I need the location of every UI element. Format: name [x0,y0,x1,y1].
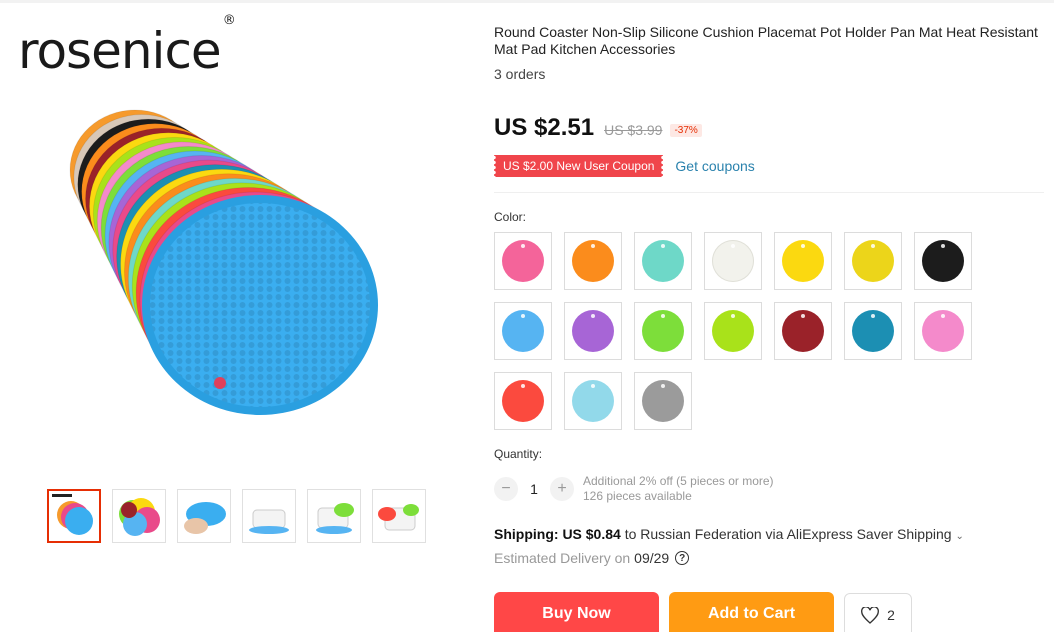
main-product-image[interactable] [40,85,430,445]
chevron-down-icon[interactable]: ⌄ [956,531,964,542]
color-swatch-14[interactable] [914,302,972,360]
orders-count: 3 orders [494,66,546,82]
thumbnail-3[interactable] [177,489,231,543]
color-swatch-15[interactable] [494,372,552,430]
get-coupons-link[interactable]: Get coupons [675,158,754,174]
quantity-label: Quantity: [494,447,543,461]
color-disc [642,310,684,352]
heart-icon [861,607,880,624]
quantity-increase-button[interactable]: + [550,477,574,501]
color-swatch-8[interactable] [494,302,552,360]
color-disc [572,310,614,352]
color-swatch-16[interactable] [564,372,622,430]
buy-now-button[interactable]: Buy Now [494,592,659,632]
add-to-cart-button[interactable]: Add to Cart [669,592,834,632]
color-disc [642,380,684,422]
brand-logo: rosenice® [18,13,236,80]
delivery-prefix: Estimated Delivery on [494,550,631,566]
quantity-value[interactable]: 1 [518,481,550,497]
shipping-info[interactable]: Shipping: US $0.84 to Russian Federation… [494,526,964,542]
color-disc [502,240,544,282]
new-user-coupon-badge[interactable]: US $2.00 New User Coupon [491,155,666,177]
color-swatch-6[interactable] [844,232,902,290]
color-swatch-17[interactable] [634,372,692,430]
shipping-destination: to Russian Federation via AliExpress Sav… [624,526,952,542]
color-swatch-9[interactable] [564,302,622,360]
color-swatch-10[interactable] [634,302,692,360]
color-disc [642,240,684,282]
color-disc [782,310,824,352]
color-disc [782,240,824,282]
product-info: Round Coaster Non-Slip Silicone Cushion … [494,24,1044,82]
color-swatch-11[interactable] [704,302,762,360]
section-divider [494,192,1044,193]
quantity-decrease-button[interactable]: − [494,477,518,501]
color-disc [852,310,894,352]
color-swatch-1[interactable] [494,232,552,290]
product-title: Round Coaster Non-Slip Silicone Cushion … [494,24,1038,57]
quantity-stepper: − 1 + Additional 2% off (5 pieces or mor… [494,474,774,504]
color-label: Color: [494,210,527,224]
stock-available-text: 126 pieces available [583,489,692,503]
color-disc [572,240,614,282]
thumbnail-1[interactable] [47,489,101,543]
thumbnail-2[interactable] [112,489,166,543]
color-disc [502,310,544,352]
color-disc [712,240,754,282]
color-swatch-3[interactable] [634,232,692,290]
shipping-price: US $0.84 [562,526,621,542]
shipping-label: Shipping: [494,526,559,542]
color-swatches [494,232,984,430]
quantity-note: Additional 2% off (5 pieces or more) 126… [583,474,774,504]
thumbnail-4[interactable] [242,489,296,543]
thumbnail-6[interactable] [372,489,426,543]
bulk-discount-text: Additional 2% off (5 pieces or more) [583,474,774,488]
color-swatch-13[interactable] [844,302,902,360]
question-circle-icon[interactable]: ? [675,551,690,565]
color-disc [852,240,894,282]
color-disc [922,310,964,352]
coupon-row: US $2.00 New User Coupon Get coupons [491,155,755,177]
color-disc [922,240,964,282]
color-disc [712,310,754,352]
color-swatch-2[interactable] [564,232,622,290]
wishlist-count: 2 [887,607,895,623]
delivery-date: 09/29 [634,550,670,566]
thumbnail-strip [47,489,426,543]
current-price: US $2.51 [494,114,595,141]
color-swatch-4[interactable] [704,232,762,290]
thumbnail-5[interactable] [307,489,361,543]
top-divider [0,0,1054,3]
color-swatch-5[interactable] [774,232,832,290]
wishlist-button[interactable]: 2 [844,593,912,632]
color-swatch-12[interactable] [774,302,832,360]
discount-badge: -37% [670,124,702,137]
original-price: US $3.99 [604,122,663,138]
color-swatch-7[interactable] [914,232,972,290]
estimated-delivery: Estimated Delivery on 09/29 ? [494,550,690,566]
color-disc [572,380,614,422]
price-row: US $2.51 US $3.99 -37% [494,114,702,142]
color-disc [502,380,544,422]
